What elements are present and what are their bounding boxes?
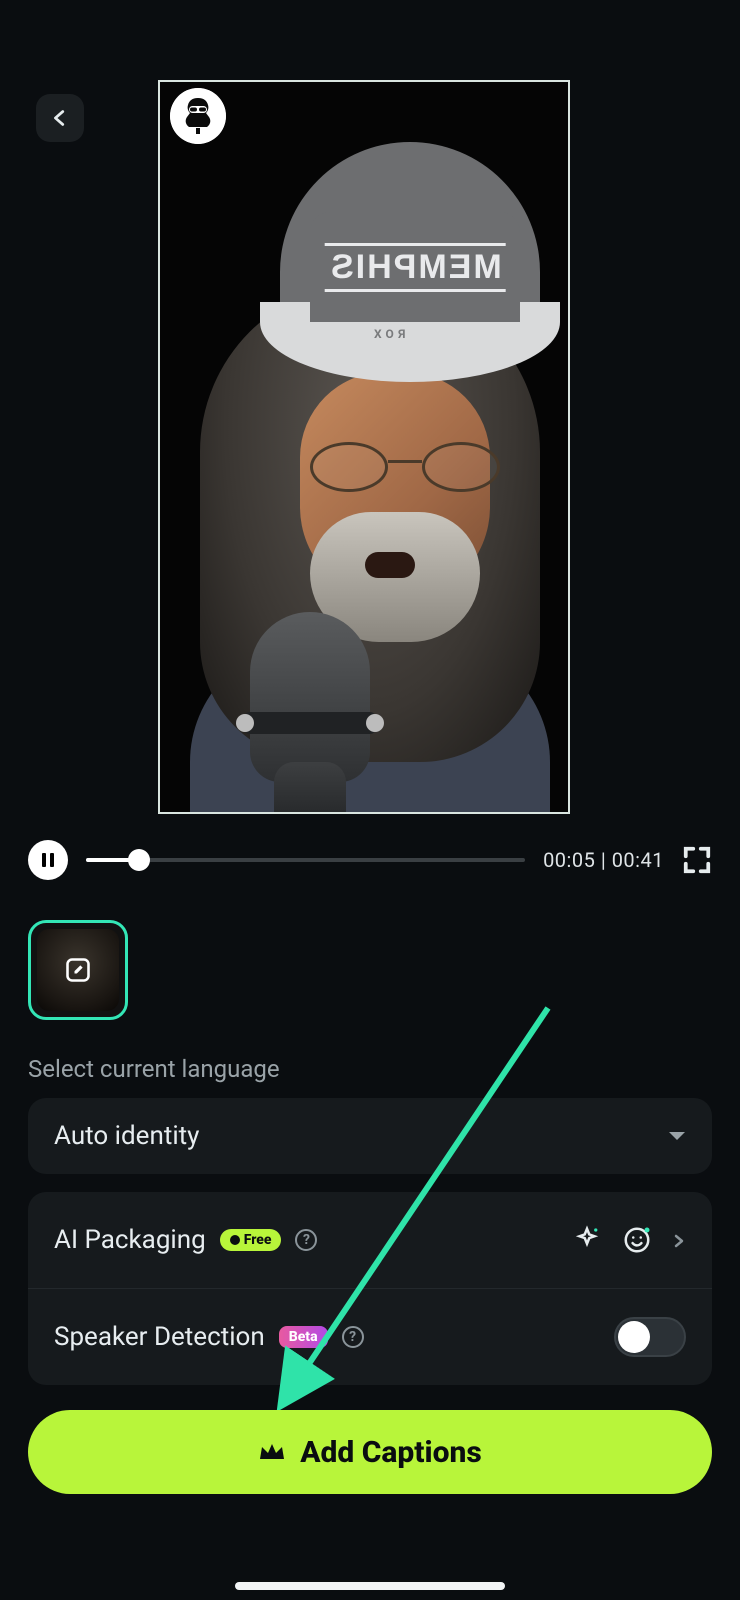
home-indicator <box>235 1582 505 1590</box>
time-display: 00:05 | 00:41 <box>543 848 664 872</box>
video-preview[interactable]: MEMPHIS ROX <box>158 80 570 814</box>
help-icon[interactable]: ? <box>295 1229 317 1251</box>
back-button[interactable] <box>36 94 84 142</box>
edit-icon <box>64 956 92 984</box>
chevron-left-icon <box>49 107 71 129</box>
channel-avatar[interactable] <box>170 88 226 144</box>
speaker-detection-row: Speaker Detection Beta ? <box>28 1289 712 1385</box>
pause-button[interactable] <box>28 840 68 880</box>
cap-sub-label: ROX <box>370 327 405 341</box>
chevron-down-icon <box>668 1127 686 1146</box>
options-panel: AI Packaging Free ? Speaker Detection Be… <box>28 1192 712 1385</box>
seek-slider[interactable] <box>86 848 525 872</box>
add-captions-label: Add Captions <box>300 1435 482 1470</box>
speaker-detection-title: Speaker Detection <box>54 1322 265 1352</box>
language-dropdown[interactable]: Auto identity <box>28 1098 712 1174</box>
player-controls: 00:05 | 00:41 <box>28 838 712 882</box>
pause-icon <box>42 853 54 867</box>
ai-packaging-row[interactable]: AI Packaging Free ? <box>28 1192 712 1288</box>
current-time: 00:05 <box>543 848 595 872</box>
duration: 00:41 <box>612 848 664 872</box>
chevron-right-icon[interactable] <box>672 1233 686 1247</box>
face-emoji-icon[interactable] <box>622 1225 652 1255</box>
clip-thumbnail[interactable] <box>28 920 128 1020</box>
free-badge: Free <box>220 1229 282 1251</box>
add-captions-button[interactable]: Add Captions <box>28 1410 712 1494</box>
avatar-icon <box>170 88 226 144</box>
video-frame-content: MEMPHIS ROX <box>160 82 568 812</box>
sparkle-icon[interactable] <box>572 1225 602 1255</box>
help-icon[interactable]: ? <box>342 1326 364 1348</box>
ai-packaging-title: AI Packaging <box>54 1225 206 1255</box>
fullscreen-button[interactable] <box>682 845 712 875</box>
crown-icon <box>258 1441 286 1463</box>
speaker-detection-toggle[interactable] <box>614 1317 686 1357</box>
language-label: Select current language <box>28 1055 280 1083</box>
language-selected: Auto identity <box>54 1121 199 1151</box>
beta-badge: Beta <box>279 1326 328 1348</box>
cap-label: MEMPHIS <box>325 243 506 292</box>
fullscreen-icon <box>682 845 712 875</box>
